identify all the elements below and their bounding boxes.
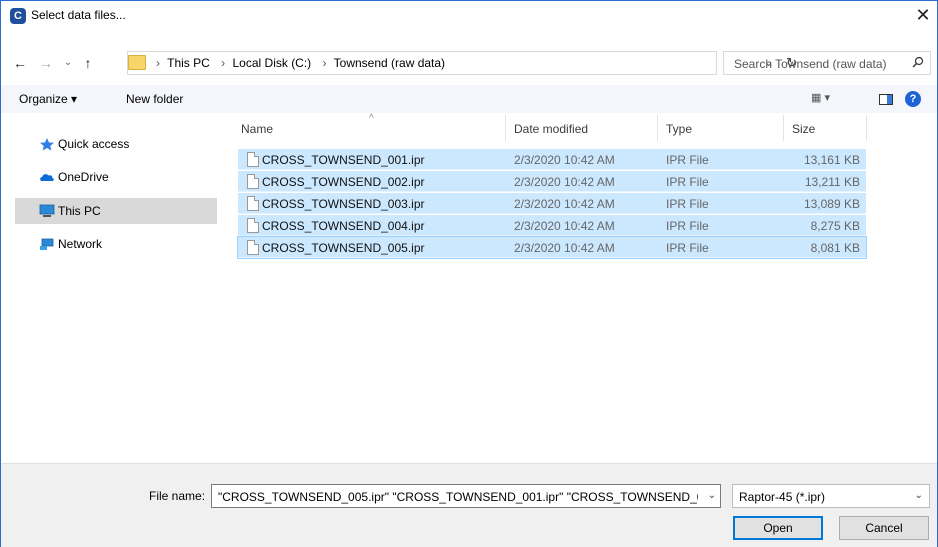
back-arrow-icon[interactable]: ←	[11, 54, 29, 72]
recent-locations-chevron-icon[interactable]: ⌄	[59, 54, 77, 72]
sort-ascending-icon: ^	[369, 113, 374, 124]
file-type: IPR File	[666, 197, 709, 211]
file-name-field[interactable]: "CROSS_TOWNSEND_005.ipr" "CROSS_TOWNSEND…	[211, 484, 721, 508]
organize-menu-button[interactable]: Organize ▾	[19, 92, 77, 106]
dialog-footer: File name: "CROSS_TOWNSEND_005.ipr" "CRO…	[1, 463, 937, 547]
file-row[interactable]: CROSS_TOWNSEND_004.ipr 2/3/2020 10:42 AM…	[238, 215, 866, 236]
chevron-down-icon[interactable]: ⌄	[915, 490, 923, 501]
sidebar-item-onedrive[interactable]: OneDrive	[15, 164, 217, 190]
search-icon	[912, 56, 924, 68]
computer-icon	[39, 204, 55, 217]
sidebar-item-quick-access[interactable]: Quick access	[15, 131, 217, 157]
navigation-pane: Quick access OneDrive This PC Network	[1, 113, 221, 463]
file-date: 2/3/2020 10:42 AM	[514, 153, 615, 167]
app-logo-icon: C	[10, 8, 26, 24]
file-size: 8,081 KB	[810, 241, 860, 255]
file-type: IPR File	[666, 219, 709, 233]
file-name: CROSS_TOWNSEND_003.ipr	[262, 197, 425, 211]
new-folder-button[interactable]: New folder	[126, 92, 183, 106]
chevron-down-icon[interactable]: ⌄	[708, 490, 716, 501]
open-button[interactable]: Open	[733, 516, 823, 540]
column-divider[interactable]	[657, 115, 658, 141]
up-arrow-icon[interactable]: ↑	[79, 54, 97, 72]
file-name: CROSS_TOWNSEND_001.ipr	[262, 153, 425, 167]
breadcrumb-separator: ›	[156, 56, 160, 70]
sidebar-item-this-pc[interactable]: This PC	[15, 198, 217, 224]
file-name: CROSS_TOWNSEND_002.ipr	[262, 175, 425, 189]
file-row[interactable]: CROSS_TOWNSEND_001.ipr 2/3/2020 10:42 AM…	[238, 149, 866, 170]
file-type: IPR File	[666, 153, 709, 167]
close-button[interactable]: ✕	[911, 4, 935, 28]
change-view-button[interactable]: ▦ ▾	[811, 91, 841, 107]
file-name-value: "CROSS_TOWNSEND_005.ipr" "CROSS_TOWNSEND…	[218, 490, 698, 504]
file-row[interactable]: CROSS_TOWNSEND_003.ipr 2/3/2020 10:42 AM…	[238, 193, 866, 214]
file-date: 2/3/2020 10:42 AM	[514, 175, 615, 189]
search-placeholder: Search Townsend (raw data)	[734, 57, 887, 71]
sidebar-item-label: Quick access	[58, 137, 130, 151]
folder-icon	[128, 55, 146, 70]
column-divider[interactable]	[783, 115, 784, 141]
help-icon[interactable]: ?	[905, 91, 921, 107]
column-divider[interactable]	[866, 115, 867, 141]
file-date: 2/3/2020 10:42 AM	[514, 241, 615, 255]
breadcrumb-local-disk[interactable]: Local Disk (C:)	[233, 56, 312, 70]
column-header-type[interactable]: Type	[666, 122, 692, 150]
file-size: 13,089 KB	[803, 197, 860, 211]
file-name: CROSS_TOWNSEND_005.ipr	[262, 241, 425, 255]
file-icon	[247, 174, 259, 189]
breadcrumb: › This PC › Local Disk (C:) › Townsend (…	[152, 56, 449, 70]
file-name: CROSS_TOWNSEND_004.ipr	[262, 219, 425, 233]
preview-pane-icon[interactable]	[879, 94, 893, 105]
column-header-name[interactable]: Name	[241, 122, 273, 150]
column-header-size[interactable]: Size	[792, 122, 815, 150]
address-row: ← → ⌄ ↑ › This PC › Local Disk (C:) › To…	[1, 49, 937, 79]
file-size: 13,211 KB	[804, 175, 860, 189]
file-name-label: File name:	[149, 489, 206, 503]
sidebar-item-label: This PC	[58, 204, 101, 218]
file-row[interactable]: CROSS_TOWNSEND_005.ipr 2/3/2020 10:42 AM…	[237, 236, 867, 259]
star-icon	[40, 138, 54, 151]
breadcrumb-this-pc[interactable]: This PC	[167, 56, 210, 70]
file-icon	[247, 196, 259, 211]
breadcrumb-townsend[interactable]: Townsend (raw data)	[334, 56, 445, 70]
search-input[interactable]: Search Townsend (raw data)	[723, 51, 931, 75]
file-type-filter-value: Raptor-45 (*.ipr)	[739, 490, 826, 504]
address-bar[interactable]: › This PC › Local Disk (C:) › Townsend (…	[127, 51, 797, 75]
network-icon	[40, 238, 54, 250]
file-size: 13,161 KB	[803, 153, 860, 167]
file-type: IPR File	[666, 175, 709, 189]
file-icon	[247, 152, 259, 167]
file-date: 2/3/2020 10:42 AM	[514, 197, 615, 211]
sidebar-item-label: Network	[58, 237, 103, 251]
file-open-dialog: C Select data files... ✕ ← → ⌄ ↑ › This …	[0, 0, 938, 547]
dialog-title: Select data files...	[31, 8, 126, 22]
file-type-filter-select[interactable]: Raptor-45 (*.ipr) ⌄	[732, 484, 930, 508]
column-header-date-modified[interactable]: Date modified	[514, 122, 588, 150]
cloud-icon	[40, 174, 54, 181]
file-icon	[247, 240, 259, 255]
forward-arrow-icon[interactable]: →	[37, 54, 55, 72]
sidebar-item-label: OneDrive	[58, 170, 109, 184]
cancel-button[interactable]: Cancel	[839, 516, 929, 540]
breadcrumb-separator: ›	[221, 56, 226, 70]
column-divider[interactable]	[505, 115, 506, 141]
file-type: IPR File	[666, 241, 709, 255]
file-size: 8,275 KB	[810, 219, 860, 233]
command-toolbar: Organize ▾ New folder ▦ ▾ ?	[1, 85, 937, 113]
file-row[interactable]: CROSS_TOWNSEND_002.ipr 2/3/2020 10:42 AM…	[238, 171, 866, 192]
breadcrumb-separator: ›	[322, 56, 327, 70]
file-date: 2/3/2020 10:42 AM	[514, 219, 615, 233]
title-bar: C Select data files... ✕	[1, 1, 937, 31]
file-list: ^ Name Date modified Type Size CROSS_TOW…	[229, 113, 937, 463]
sidebar-item-network[interactable]: Network	[15, 231, 217, 257]
file-icon	[247, 218, 259, 233]
